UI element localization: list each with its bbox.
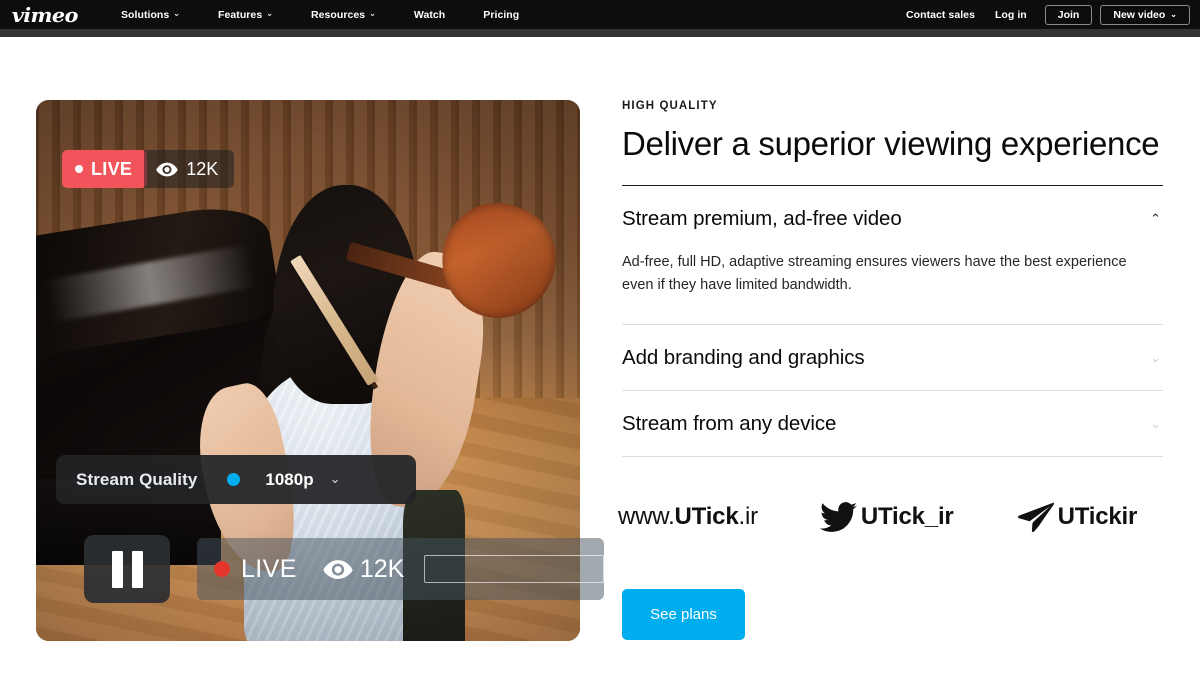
feature-content-panel: HIGH QUALITY Deliver a superior viewing … [622,100,1163,457]
contact-sales-link[interactable]: Contact sales [896,9,985,21]
nav-actions: Contact sales Log in Join New video ⌄ [896,0,1200,29]
accordion-item-any-device: Stream from any device ⌄ [622,391,1163,457]
primary-nav: Solutions ⌄ Features ⌄ Resources ⌄ Watch… [102,0,538,29]
live-badge: LIVE [62,150,148,188]
chevron-down-icon: ⌄ [369,9,376,18]
nav-item-pricing[interactable]: Pricing [464,9,538,21]
live-badge-label: LIVE [91,158,133,179]
new-video-button[interactable]: New video ⌄ [1100,4,1190,25]
vimeo-logo-text: vimeo [11,2,79,27]
watermark-website: www. UTick .ir [618,503,758,531]
chevron-down-icon: ⌄ [1150,350,1161,366]
new-video-button-label: New video [1113,8,1166,21]
stream-quality-selector[interactable]: Stream Quality 1080p ⌄ [56,455,416,504]
join-button-label: Join [1057,8,1080,21]
video-preview-card[interactable]: LIVE 12K Stream Quality 1080p ⌄ LIVE 12K [36,100,604,641]
nav-item-resources-label: Resources [310,8,366,21]
viewer-count-label: 12K [186,158,219,179]
vimeo-logo[interactable]: vimeo [8,2,82,28]
page-title: Deliver a superior viewing experience [622,125,1160,162]
nav-item-features[interactable]: Features ⌄ [199,9,292,21]
watermark-telegram-handle: UTickir [1057,503,1138,530]
stream-quality-value: 1080p [265,469,314,489]
telegram-paper-plane-icon [1017,502,1054,532]
nav-item-watch[interactable]: Watch [395,9,464,21]
navbar-lower-strip [0,29,1200,37]
record-dot-icon [214,561,230,577]
site-watermark: www. UTick .ir UTick_ir UTickir [618,496,1188,538]
watermark-telegram: UTickir [1017,502,1138,532]
accordion-item-add-branding: Add branding and graphics ⌄ [622,325,1163,391]
accordion-title: Add branding and graphics [622,345,865,369]
nav-item-resources[interactable]: Resources ⌄ [292,9,395,21]
watermark-website-name: UTick [674,503,739,530]
accordion-body-stream-premium: Ad-free, full HD, adaptive streaming ens… [622,253,1127,294]
accordion-item-stream-premium: Stream premium, ad-free video ⌃ Ad-free,… [622,186,1163,325]
chevron-down-icon: ⌄ [1150,416,1161,432]
player-live-label: LIVE [241,554,297,583]
watermark-twitter: UTick_ir [819,501,954,533]
live-dot-icon [75,165,83,173]
accordion-header-stream-premium[interactable]: Stream premium, ad-free video ⌃ [622,186,1163,251]
chevron-down-icon: ⌄ [173,9,181,18]
player-status-bar: LIVE 12K [197,538,604,600]
chevron-down-icon: ⌄ [329,470,341,486]
nav-item-solutions-label: Solutions [121,8,170,21]
pause-icon-bar-right [131,550,143,588]
player-controls: LIVE 12K [84,535,604,603]
accordion-header-add-branding[interactable]: Add branding and graphics ⌄ [622,325,1163,390]
player-viewer-count: 12K [359,554,405,583]
watermark-twitter-handle: UTick_ir [860,503,954,530]
accordion-header-any-device[interactable]: Stream from any device ⌄ [622,391,1163,456]
eye-icon [156,162,178,176]
eye-icon [323,559,353,579]
chevron-down-icon: ⌄ [1170,10,1177,19]
seek-bar[interactable] [424,555,604,583]
stream-quality-status-dot-icon [227,473,241,486]
live-status-overlay: LIVE 12K [62,150,235,188]
twitter-bird-icon [819,501,857,532]
stream-quality-label: Stream Quality [76,469,198,489]
viewer-count-chip: 12K [144,150,235,188]
see-plans-button[interactable]: See plans [622,589,745,640]
pause-icon-bar-left [111,550,123,588]
watermark-website-prefix: www. [618,503,675,530]
log-in-link[interactable]: Log in [985,9,1037,21]
feature-accordion: Stream premium, ad-free video ⌃ Ad-free,… [622,184,1163,457]
nav-item-solutions[interactable]: Solutions ⌄ [102,9,199,21]
nav-item-features-label: Features [218,8,263,21]
section-eyebrow: HIGH QUALITY [622,100,718,112]
top-navigation-bar: vimeo Solutions ⌄ Features ⌄ Resources ⌄… [0,0,1200,29]
join-button[interactable]: Join [1044,4,1093,25]
accordion-title: Stream premium, ad-free video [622,206,902,230]
chevron-up-icon: ⌃ [1150,211,1161,227]
watermark-website-suffix: .ir [738,503,758,530]
chevron-down-icon: ⌄ [266,9,273,18]
accordion-title: Stream from any device [622,411,837,435]
pause-button[interactable] [84,535,170,603]
